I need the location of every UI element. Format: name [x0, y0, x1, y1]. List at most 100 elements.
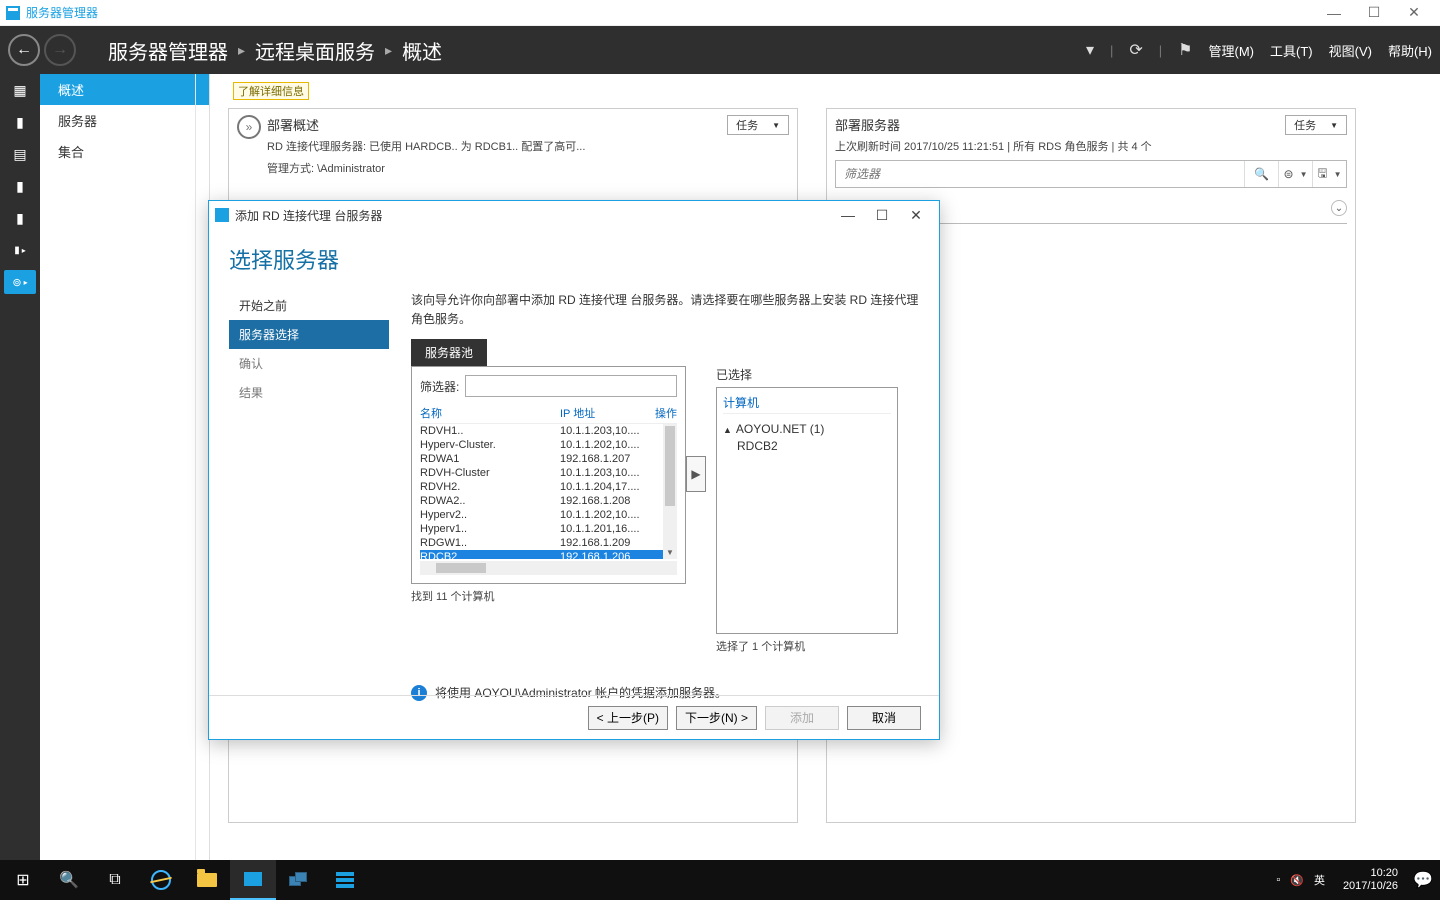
wizard-content: 该向导允许你向部署中添加 RD 连接代理 台服务器。请选择要在哪些服务器上安装 … — [389, 291, 919, 701]
pool-row[interactable]: RDGW1..192.168.1.209 — [420, 536, 677, 550]
scroll-down-icon[interactable]: ▼ — [663, 545, 677, 559]
step-server-select[interactable]: 服务器选择 — [229, 320, 389, 349]
task-view-button[interactable]: ⧉ — [92, 860, 138, 900]
wizard-minimize-button[interactable]: — — [831, 203, 865, 227]
notification-center-button[interactable]: 💬 — [1406, 860, 1440, 900]
pool-row[interactable]: RDWA1192.168.1.207 — [420, 452, 677, 466]
close-button[interactable]: ✕ — [1394, 0, 1434, 26]
pool-row[interactable]: Hyperv-Cluster.10.1.1.202,10.... — [420, 438, 677, 452]
pool-found-label: 找到 11 个计算机 — [411, 588, 686, 604]
step-before[interactable]: 开始之前 — [229, 291, 389, 320]
wizard-desc: 该向导允许你向部署中添加 RD 连接代理 台服务器。请选择要在哪些服务器上安装 … — [411, 291, 919, 329]
breadcrumb-level1[interactable]: 远程桌面服务 — [255, 36, 375, 65]
pool-list[interactable]: RDVH1..10.1.1.203,10....Hyperv-Cluster.1… — [420, 424, 677, 559]
chevron-double-icon[interactable]: » — [237, 115, 261, 139]
taskbar-app-1[interactable] — [276, 860, 322, 900]
ime-indicator[interactable]: 英 — [1314, 872, 1325, 888]
info-bar[interactable]: 了解详细信息 — [233, 82, 309, 100]
servers-filter-input[interactable] — [836, 167, 1244, 181]
menu-view[interactable]: 视图(V) — [1329, 41, 1372, 60]
filter-save-icon[interactable]: 🖫▼ — [1312, 161, 1346, 187]
pool-row[interactable]: RDVH-Cluster10.1.1.203,10.... — [420, 466, 677, 480]
pool-row[interactable]: Hyperv1..10.1.1.201,16.... — [420, 522, 677, 536]
next-button[interactable]: 下一步(N) > — [676, 706, 757, 730]
leftnav-scrollbar[interactable] — [195, 74, 209, 860]
pool-filter-input[interactable] — [465, 375, 677, 397]
dropdown-icon[interactable]: ▾ — [1086, 40, 1094, 60]
pool-row[interactable]: RDWA2..192.168.1.208 — [420, 494, 677, 508]
tasks-dropdown[interactable]: 任务▼ — [727, 115, 789, 135]
taskbar-app-2[interactable] — [322, 860, 368, 900]
local-server-icon[interactable]: ▮ — [8, 110, 32, 134]
minimize-button[interactable]: — — [1314, 0, 1354, 26]
chevron-right-icon: ▸ — [385, 42, 392, 59]
col-ip[interactable]: IP 地址 — [560, 405, 655, 421]
breadcrumb: 服务器管理器 ▸ 远程桌面服务 ▸ 概述 — [108, 36, 442, 65]
expand-icon[interactable]: ⌄ — [1331, 200, 1347, 216]
nav-overview[interactable]: 概述 — [40, 74, 209, 105]
role-icon-2[interactable]: ▮ — [8, 206, 32, 230]
pool-tabs: 服务器池 — [411, 339, 919, 366]
server-manager-taskbar-button[interactable] — [230, 860, 276, 900]
cancel-button[interactable]: 取消 — [847, 706, 921, 730]
role-icon-3[interactable]: ▮ ▸ — [8, 238, 32, 262]
move-column: ▶ — [686, 366, 716, 492]
tray-sound-icon[interactable]: 🔇 — [1290, 874, 1304, 887]
header-right: ▾ | ⟳ | ⚑ 管理(M) 工具(T) 视图(V) 帮助(H) — [1086, 40, 1432, 60]
breadcrumb-level2[interactable]: 概述 — [402, 36, 442, 65]
dashboard-icon[interactable]: ▦ — [8, 78, 32, 102]
wizard-close-button[interactable]: ✕ — [899, 203, 933, 227]
menu-manage[interactable]: 管理(M) — [1209, 41, 1255, 60]
selected-group[interactable]: ▲AOYOU.NET (1) — [723, 422, 891, 436]
menu-help[interactable]: 帮助(H) — [1388, 41, 1432, 60]
start-button[interactable]: ⊞ — [0, 860, 46, 900]
pool-hscrollbar[interactable] — [420, 561, 677, 575]
explorer-button[interactable] — [184, 860, 230, 900]
filter-search-icon[interactable]: 🔍 — [1244, 161, 1278, 187]
pool-row[interactable]: RDVH1..10.1.1.203,10.... — [420, 424, 677, 438]
wizard-dialog: 添加 RD 连接代理 台服务器 — ☐ ✕ 选择服务器 开始之前 服务器选择 确… — [208, 200, 940, 740]
wizard-maximize-button[interactable]: ☐ — [865, 203, 899, 227]
system-tray[interactable]: ▫ 🔇 英 — [1266, 872, 1335, 888]
filter-options-icon[interactable]: ⊜▼ — [1278, 161, 1312, 187]
wizard-app-icon — [215, 208, 229, 222]
selected-box: 计算机 ▲AOYOU.NET (1) RDCB2 — [716, 387, 898, 634]
nav-servers[interactable]: 服务器 — [40, 105, 209, 136]
role-icon-1[interactable]: ▮ — [8, 174, 32, 198]
taskbar-clock[interactable]: 10:20 2017/10/26 — [1335, 867, 1406, 893]
remote-desktop-icon[interactable]: ⊚ ▸ — [4, 270, 36, 294]
nav-collections[interactable]: 集合 — [40, 136, 209, 167]
pool-row[interactable]: RDVH2.10.1.1.204,17.... — [420, 480, 677, 494]
col-op[interactable]: 操作 — [655, 405, 677, 421]
nav-forward-button[interactable]: → — [44, 34, 76, 66]
search-button[interactable]: 🔍 — [46, 860, 92, 900]
all-servers-icon[interactable]: ▤ — [8, 142, 32, 166]
servers-title: 部署服务器 — [835, 118, 900, 133]
pool-vscrollbar[interactable]: ▲ ▼ — [663, 424, 677, 559]
selected-col-header[interactable]: 计算机 — [723, 392, 891, 414]
tab-server-pool[interactable]: 服务器池 — [411, 339, 487, 366]
pool-row[interactable]: RDCB2192.168.1.206 — [420, 550, 677, 559]
maximize-button[interactable]: ☐ — [1354, 0, 1394, 26]
refresh-icon[interactable]: ⟳ — [1129, 40, 1142, 60]
ie-button[interactable] — [138, 860, 184, 900]
prev-button[interactable]: < 上一步(P) — [588, 706, 668, 730]
col-name[interactable]: 名称 — [420, 405, 560, 421]
tasks-dropdown-2[interactable]: 任务▼ — [1285, 115, 1347, 135]
nav-back-button[interactable]: ← — [8, 34, 40, 66]
wizard-heading: 选择服务器 — [209, 229, 939, 291]
breadcrumb-root[interactable]: 服务器管理器 — [108, 36, 228, 65]
tray-icon-1[interactable]: ▫ — [1276, 874, 1280, 886]
pool-row[interactable]: Hyperv2..10.1.1.202,10.... — [420, 508, 677, 522]
scroll-thumb[interactable] — [665, 426, 675, 506]
flag-icon[interactable]: ⚑ — [1178, 40, 1192, 60]
servers-filter-row: 🔍 ⊜▼ 🖫▼ — [835, 160, 1347, 188]
selected-server-0[interactable]: RDCB2 — [723, 439, 891, 453]
menu-tools[interactable]: 工具(T) — [1270, 41, 1313, 60]
wizard-steps: 开始之前 服务器选择 确认 结果 — [229, 291, 389, 701]
pool-filter-label: 筛选器: — [420, 378, 459, 395]
header-ribbon: ← → 服务器管理器 ▸ 远程桌面服务 ▸ 概述 ▾ | ⟳ | ⚑ 管理(M)… — [0, 26, 1440, 74]
move-right-button[interactable]: ▶ — [686, 456, 706, 492]
icon-strip: ▦ ▮ ▤ ▮ ▮ ▮ ▸ ⊚ ▸ — [0, 74, 40, 860]
pool-headers: 名称 IP 地址 操作 — [420, 403, 677, 424]
